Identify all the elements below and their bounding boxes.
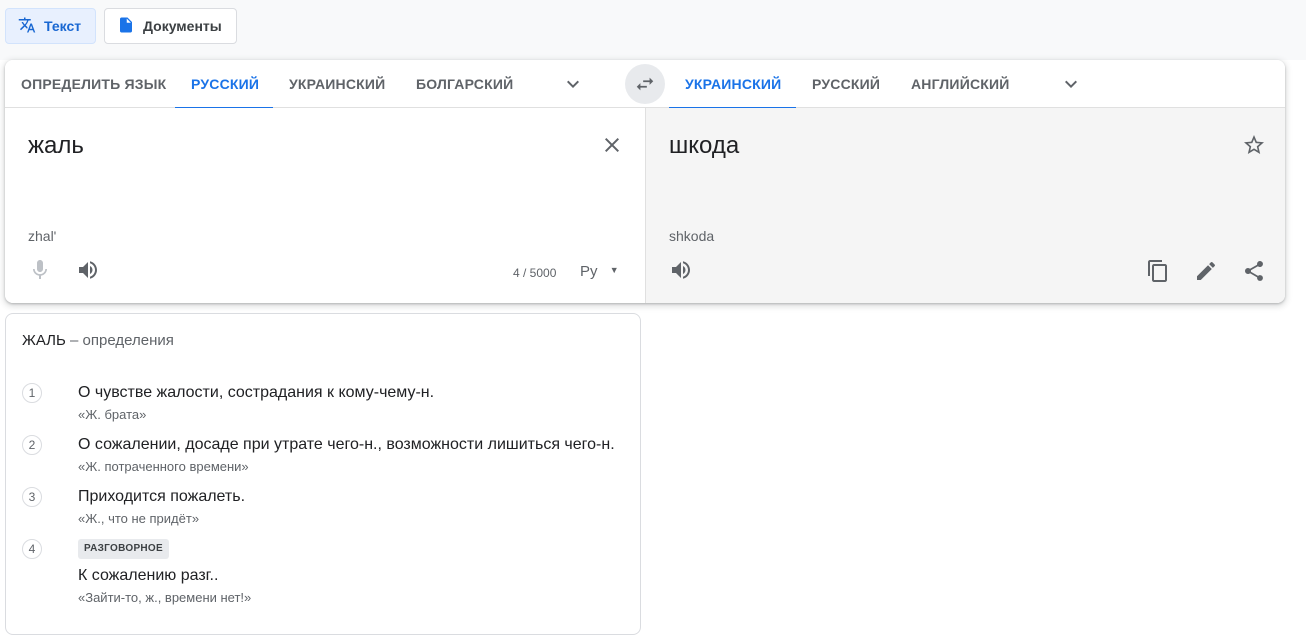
definition-number: 3 xyxy=(22,487,42,507)
mode-text-label: Текст xyxy=(44,18,82,34)
target-panel: шкода shkoda xyxy=(645,108,1285,303)
target-text: шкода xyxy=(669,132,740,159)
source-speaker-icon[interactable] xyxy=(76,258,100,282)
character-counter: 4 / 5000 xyxy=(513,266,557,280)
definition-text: О сожалении, досаде при утрате чего-н., … xyxy=(78,436,615,453)
definition-number: 4 xyxy=(22,539,42,559)
source-text-input[interactable]: жаль xyxy=(28,132,84,160)
source-transliteration: zhal' xyxy=(28,228,57,244)
copy-icon[interactable] xyxy=(1146,259,1170,283)
source-panel: жаль zhal' 4 / 5000 Pу ▼ xyxy=(5,108,645,303)
input-tools-dropdown-icon: ▼ xyxy=(609,265,619,275)
tab-source-bulgarian[interactable]: БОЛГАРСКИЙ xyxy=(400,60,529,108)
swap-icon xyxy=(636,77,654,91)
star-icon[interactable] xyxy=(1242,133,1266,157)
definition-number: 2 xyxy=(22,435,42,455)
tab-target-ukrainian[interactable]: УКРАИНСКИЙ xyxy=(669,60,796,109)
tab-target-english[interactable]: АНГЛИЙСКИЙ xyxy=(895,60,1026,108)
swap-languages-button[interactable] xyxy=(625,64,665,104)
definitions-word: ЖАЛЬ xyxy=(22,332,66,349)
definition-example: «Зайти-то, ж., времени нет!» xyxy=(78,590,252,605)
language-bar: ОПРЕДЕЛИТЬ ЯЗЫК РУССКИЙ УКРАИНСКИЙ БОЛГА… xyxy=(5,60,1285,109)
input-tools-button[interactable]: Pу ▼ xyxy=(580,263,619,280)
top-bar: Текст Документы xyxy=(0,0,1306,60)
edit-pencil-icon[interactable] xyxy=(1194,259,1218,283)
mode-documents-label: Документы xyxy=(143,18,222,34)
definition-text: О чувстве жалости, сострадания к кому-че… xyxy=(78,384,435,401)
share-icon[interactable] xyxy=(1242,259,1266,283)
mode-documents-button[interactable]: Документы xyxy=(104,8,237,44)
mode-text-button[interactable]: Текст xyxy=(5,8,96,44)
definition-example: «Ж., что не придёт» xyxy=(78,511,200,526)
tab-detect-language[interactable]: ОПРЕДЕЛИТЬ ЯЗЫК xyxy=(5,60,182,108)
definition-text: К сожалению разг.. xyxy=(78,567,219,584)
definition-text: Приходится пожалеть. xyxy=(78,488,246,505)
definition-example: «Ж. потраченного времени» xyxy=(78,459,249,474)
target-speaker-icon[interactable] xyxy=(669,258,693,282)
target-more-languages-chevron-icon[interactable] xyxy=(1059,72,1083,96)
translate-icon xyxy=(18,16,36,37)
input-tools-label: Pу xyxy=(580,263,598,280)
source-more-languages-chevron-icon[interactable] xyxy=(561,72,585,96)
clear-close-icon[interactable] xyxy=(600,133,624,157)
document-icon xyxy=(117,16,135,37)
tab-source-ukrainian[interactable]: УКРАИНСКИЙ xyxy=(273,60,401,108)
definitions-card: ЖАЛЬ – определения 1 О чувстве жалости, … xyxy=(5,313,641,635)
translator-card: ОПРЕДЕЛИТЬ ЯЗЫК РУССКИЙ УКРАИНСКИЙ БОЛГА… xyxy=(5,60,1285,303)
definitions-subtitle: – определения xyxy=(70,332,174,349)
definitions-title: ЖАЛЬ – определения xyxy=(22,332,174,349)
target-transliteration: shkoda xyxy=(669,228,715,244)
tab-target-russian[interactable]: РУССКИЙ xyxy=(796,60,896,108)
register-badge: РАЗГОВОРНОЕ xyxy=(78,539,169,559)
definition-number: 1 xyxy=(22,383,42,403)
tab-source-russian[interactable]: РУССКИЙ xyxy=(175,60,273,109)
definition-example: «Ж. брата» xyxy=(78,407,147,422)
microphone-icon[interactable] xyxy=(28,258,52,282)
